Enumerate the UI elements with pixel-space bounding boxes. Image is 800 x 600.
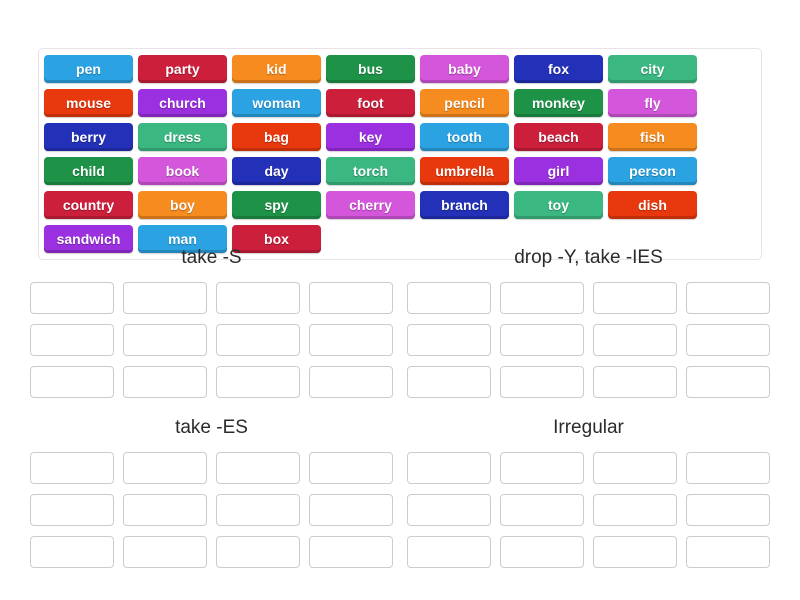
category-group: take -ES: [30, 416, 393, 568]
drop-slot[interactable]: [309, 323, 393, 356]
drop-slot[interactable]: [216, 281, 300, 314]
drop-slot[interactable]: [407, 365, 491, 398]
drop-slot[interactable]: [593, 365, 677, 398]
drop-slot[interactable]: [407, 281, 491, 314]
category-title: take -S: [181, 247, 242, 268]
drop-slot[interactable]: [216, 365, 300, 398]
drop-slot-grid: [407, 281, 770, 398]
drop-slot[interactable]: [309, 365, 393, 398]
drop-slot[interactable]: [686, 365, 770, 398]
drop-slot-grid: [30, 281, 393, 398]
drop-slot[interactable]: [216, 323, 300, 356]
drop-slot[interactable]: [407, 493, 491, 526]
drop-slot[interactable]: [500, 323, 584, 356]
drop-slot[interactable]: [216, 493, 300, 526]
drop-slot[interactable]: [123, 281, 207, 314]
drop-slot[interactable]: [593, 451, 677, 484]
word-tile[interactable]: foot: [326, 89, 415, 117]
drop-slot[interactable]: [407, 323, 491, 356]
word-tile[interactable]: child: [44, 157, 133, 185]
word-tile[interactable]: beach: [514, 123, 603, 151]
word-tile[interactable]: day: [232, 157, 321, 185]
word-tile[interactable]: branch: [420, 191, 509, 219]
word-tile[interactable]: dress: [138, 123, 227, 151]
word-tile[interactable]: bus: [326, 55, 415, 83]
drop-slot[interactable]: [500, 535, 584, 568]
word-tile[interactable]: pencil: [420, 89, 509, 117]
word-tile[interactable]: baby: [420, 55, 509, 83]
drop-slot[interactable]: [686, 451, 770, 484]
drop-slot[interactable]: [309, 493, 393, 526]
drop-slot[interactable]: [216, 451, 300, 484]
drop-slot[interactable]: [309, 281, 393, 314]
drop-slot[interactable]: [123, 365, 207, 398]
category-group: Irregular: [407, 416, 770, 568]
category-title: Irregular: [553, 416, 624, 438]
drop-slot-grid: [407, 451, 770, 568]
word-tile[interactable]: umbrella: [420, 157, 509, 185]
word-tile[interactable]: fox: [514, 55, 603, 83]
category-group: drop -Y, take -IES: [407, 247, 770, 398]
drop-slot[interactable]: [30, 493, 114, 526]
activity-canvas: pen party kid bus baby fox city mouse church woma…: [0, 0, 800, 600]
word-tile[interactable]: bag: [232, 123, 321, 151]
drop-slot[interactable]: [686, 281, 770, 314]
word-tile[interactable]: country: [44, 191, 133, 219]
drop-slot[interactable]: [407, 451, 491, 484]
drop-slot[interactable]: [30, 323, 114, 356]
category-groups: take -S drop -Y, take -IES take -ES Irregul…: [30, 247, 770, 568]
drop-slot-grid: [30, 451, 393, 568]
word-tile-pool: pen party kid bus baby fox city mouse church woma…: [38, 48, 762, 260]
drop-slot[interactable]: [593, 493, 677, 526]
drop-slot[interactable]: [30, 365, 114, 398]
drop-slot[interactable]: [686, 535, 770, 568]
word-tile[interactable]: key: [326, 123, 415, 151]
drop-slot[interactable]: [30, 535, 114, 568]
word-tile[interactable]: toy: [514, 191, 603, 219]
category-group: take -S: [30, 247, 393, 398]
word-tile[interactable]: person: [608, 157, 697, 185]
drop-slot[interactable]: [593, 281, 677, 314]
word-tile[interactable]: kid: [232, 55, 321, 83]
drop-slot[interactable]: [30, 281, 114, 314]
word-tile[interactable]: cherry: [326, 191, 415, 219]
word-tile[interactable]: woman: [232, 89, 321, 117]
drop-slot[interactable]: [593, 535, 677, 568]
drop-slot[interactable]: [500, 281, 584, 314]
drop-slot[interactable]: [123, 451, 207, 484]
drop-slot[interactable]: [407, 535, 491, 568]
word-tile[interactable]: dish: [608, 191, 697, 219]
word-tile[interactable]: book: [138, 157, 227, 185]
word-tile[interactable]: boy: [138, 191, 227, 219]
word-tile[interactable]: girl: [514, 157, 603, 185]
drop-slot[interactable]: [123, 535, 207, 568]
category-title: drop -Y, take -IES: [514, 247, 663, 268]
drop-slot[interactable]: [500, 493, 584, 526]
word-tile[interactable]: church: [138, 89, 227, 117]
drop-slot[interactable]: [500, 451, 584, 484]
drop-slot[interactable]: [686, 323, 770, 356]
word-tile[interactable]: pen: [44, 55, 133, 83]
drop-slot[interactable]: [686, 493, 770, 526]
drop-slot[interactable]: [123, 493, 207, 526]
word-tile[interactable]: fish: [608, 123, 697, 151]
drop-slot[interactable]: [593, 323, 677, 356]
category-title: take -ES: [175, 416, 248, 438]
drop-slot[interactable]: [216, 535, 300, 568]
word-tile[interactable]: city: [608, 55, 697, 83]
drop-slot[interactable]: [309, 535, 393, 568]
word-tile[interactable]: mouse: [44, 89, 133, 117]
word-tile[interactable]: party: [138, 55, 227, 83]
drop-slot[interactable]: [123, 323, 207, 356]
drop-slot[interactable]: [30, 451, 114, 484]
word-tile[interactable]: berry: [44, 123, 133, 151]
word-tile[interactable]: monkey: [514, 89, 603, 117]
word-tile[interactable]: tooth: [420, 123, 509, 151]
drop-slot[interactable]: [309, 451, 393, 484]
word-tile[interactable]: torch: [326, 157, 415, 185]
word-tile[interactable]: fly: [608, 89, 697, 117]
drop-slot[interactable]: [500, 365, 584, 398]
word-tile[interactable]: spy: [232, 191, 321, 219]
